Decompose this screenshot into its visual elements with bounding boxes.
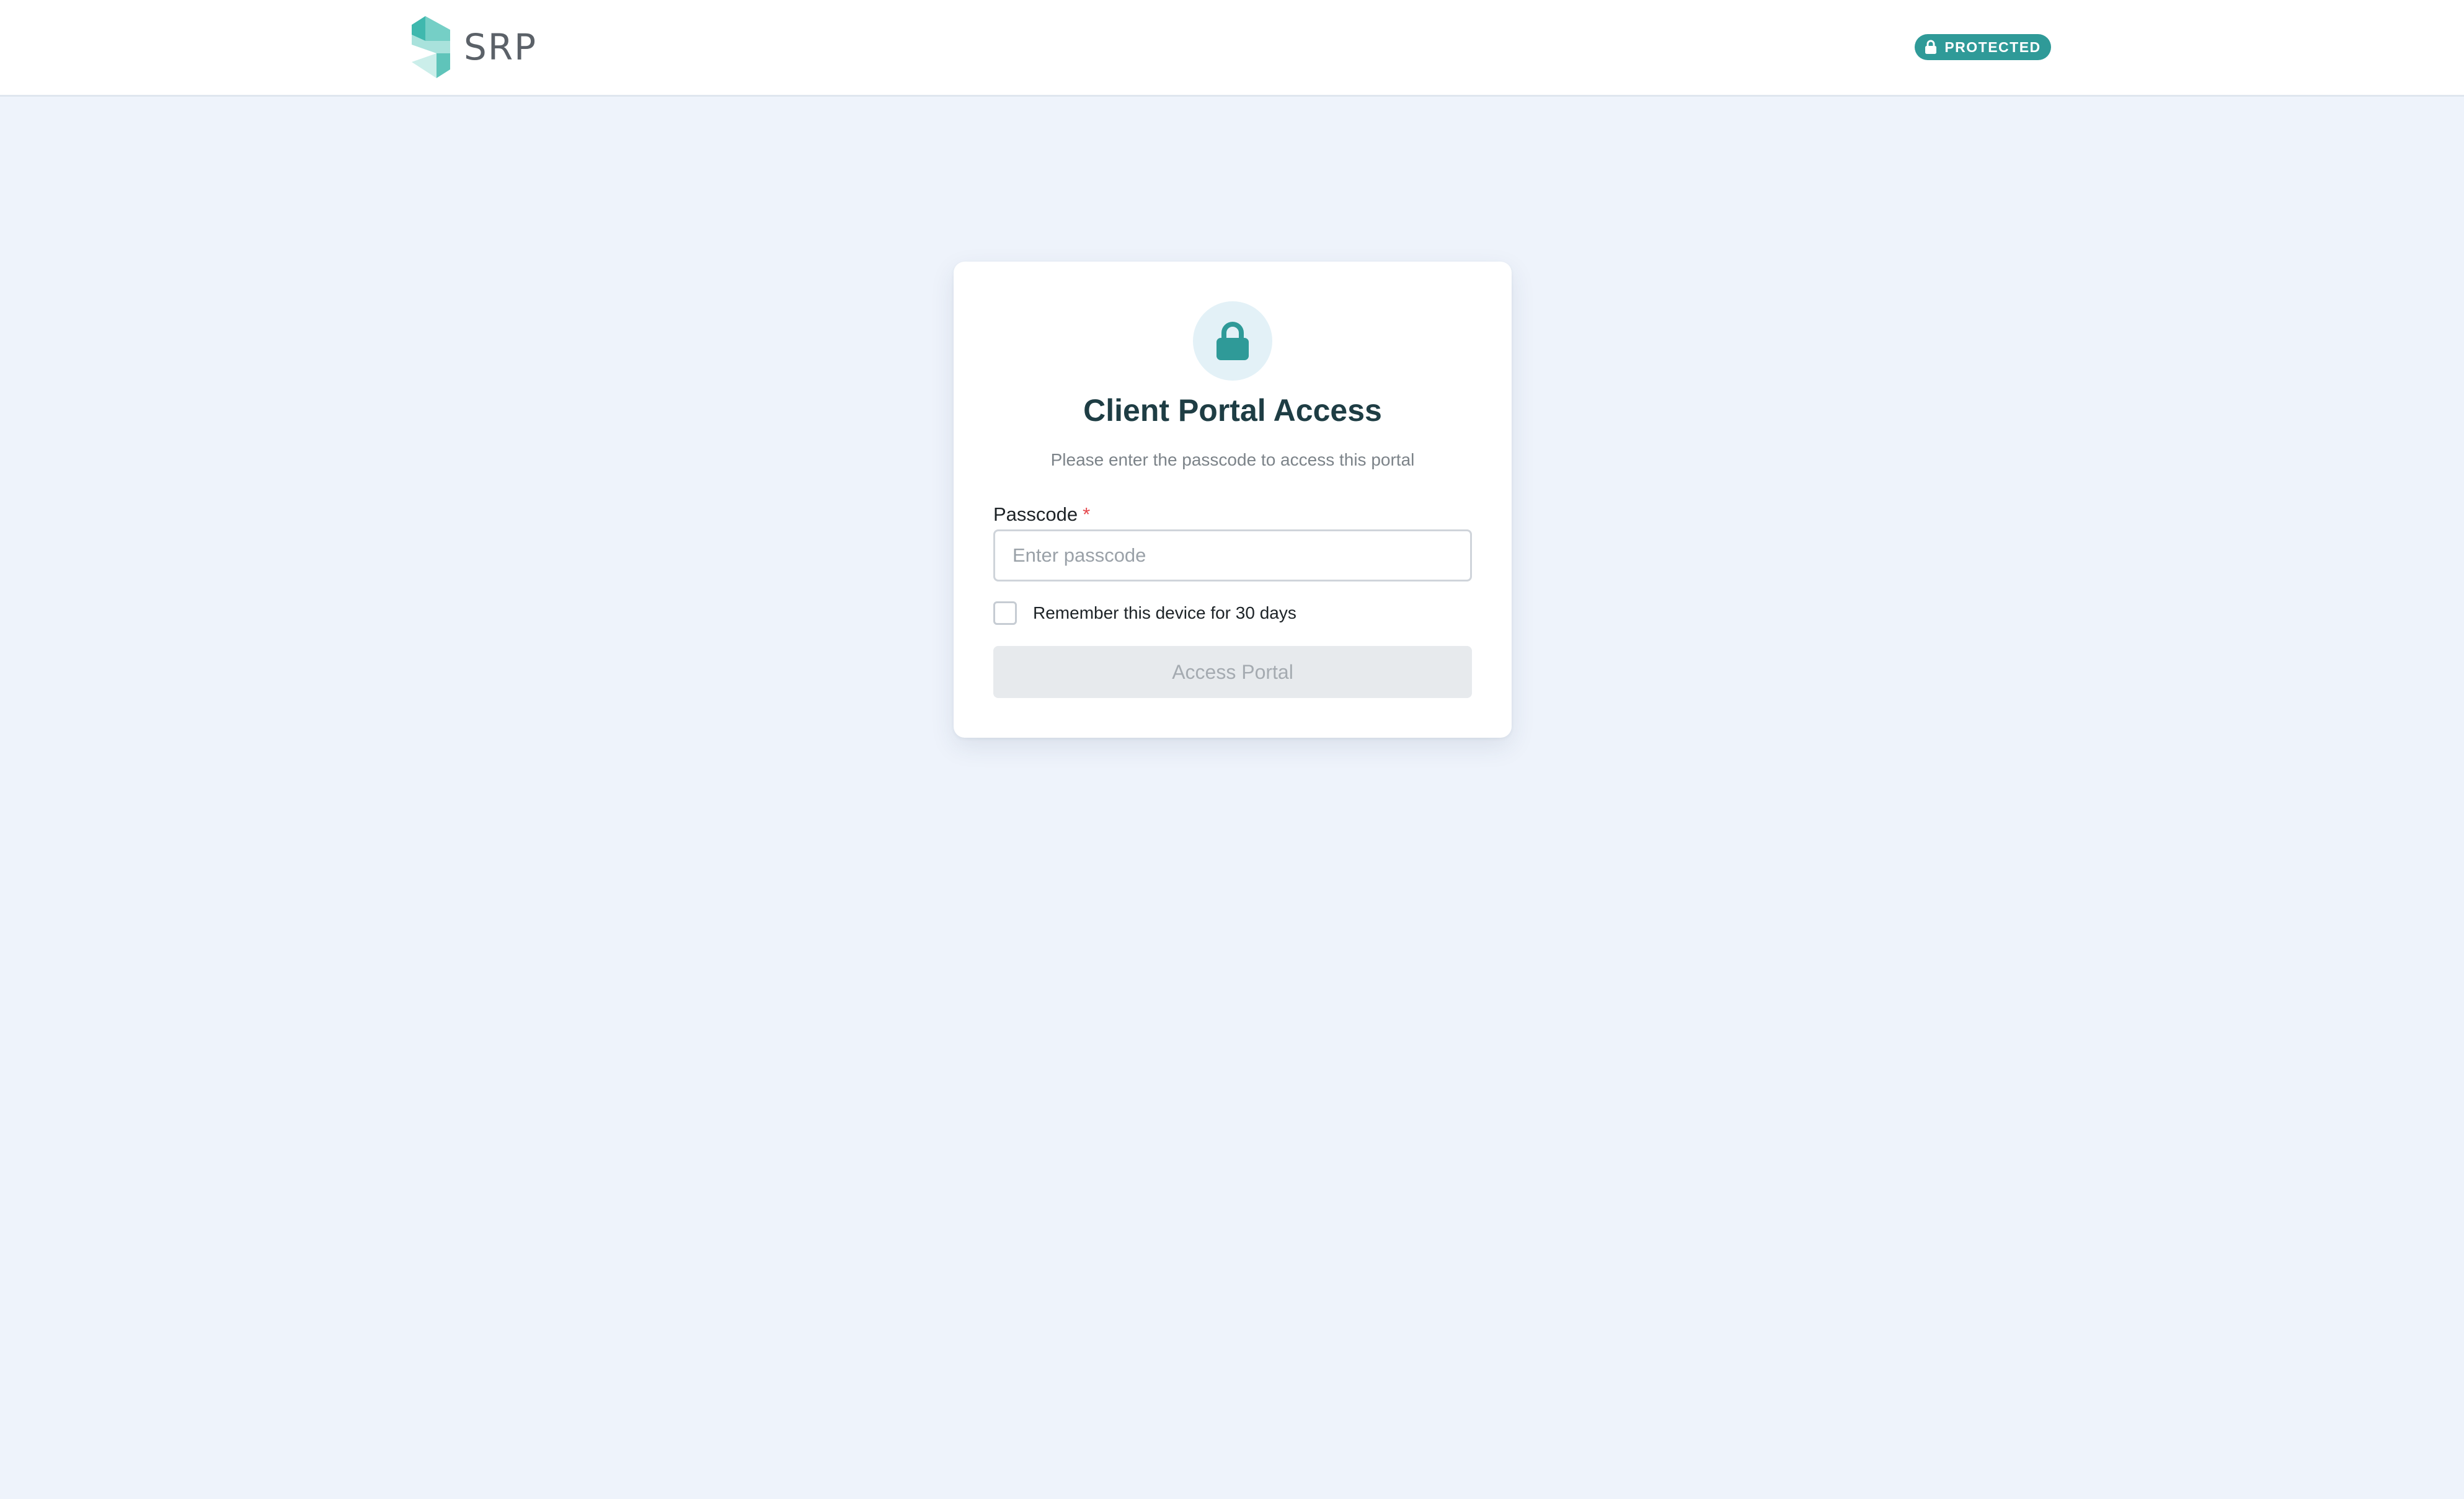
brand-logo[interactable]: SRP xyxy=(412,16,537,78)
required-marker: * xyxy=(1083,503,1091,525)
access-portal-button[interactable]: Access Portal xyxy=(993,646,1472,698)
top-bar: SRP PROTECTED xyxy=(0,0,2464,97)
remember-device-row[interactable]: Remember this device for 30 days xyxy=(993,600,1296,626)
lock-icon xyxy=(1216,322,1249,360)
login-card: Client Portal Access Please enter the pa… xyxy=(954,262,1512,738)
remember-device-label[interactable]: Remember this device for 30 days xyxy=(1033,603,1296,623)
page-subtitle: Please enter the passcode to access this… xyxy=(1050,450,1415,469)
brand-name: SRP xyxy=(464,26,538,68)
passcode-input[interactable] xyxy=(993,529,1472,581)
remember-device-checkbox[interactable] xyxy=(993,601,1017,625)
passcode-label-text: Passcode xyxy=(993,503,1078,525)
passcode-label: Passcode * xyxy=(993,502,1090,527)
page-title: Client Portal Access xyxy=(1083,393,1382,428)
protected-badge-label: PROTECTED xyxy=(1944,38,2041,55)
srp-logo-icon xyxy=(412,16,450,78)
lock-icon xyxy=(1925,40,1937,54)
protected-badge: PROTECTED xyxy=(1915,34,2051,60)
lock-badge xyxy=(1193,301,1272,381)
